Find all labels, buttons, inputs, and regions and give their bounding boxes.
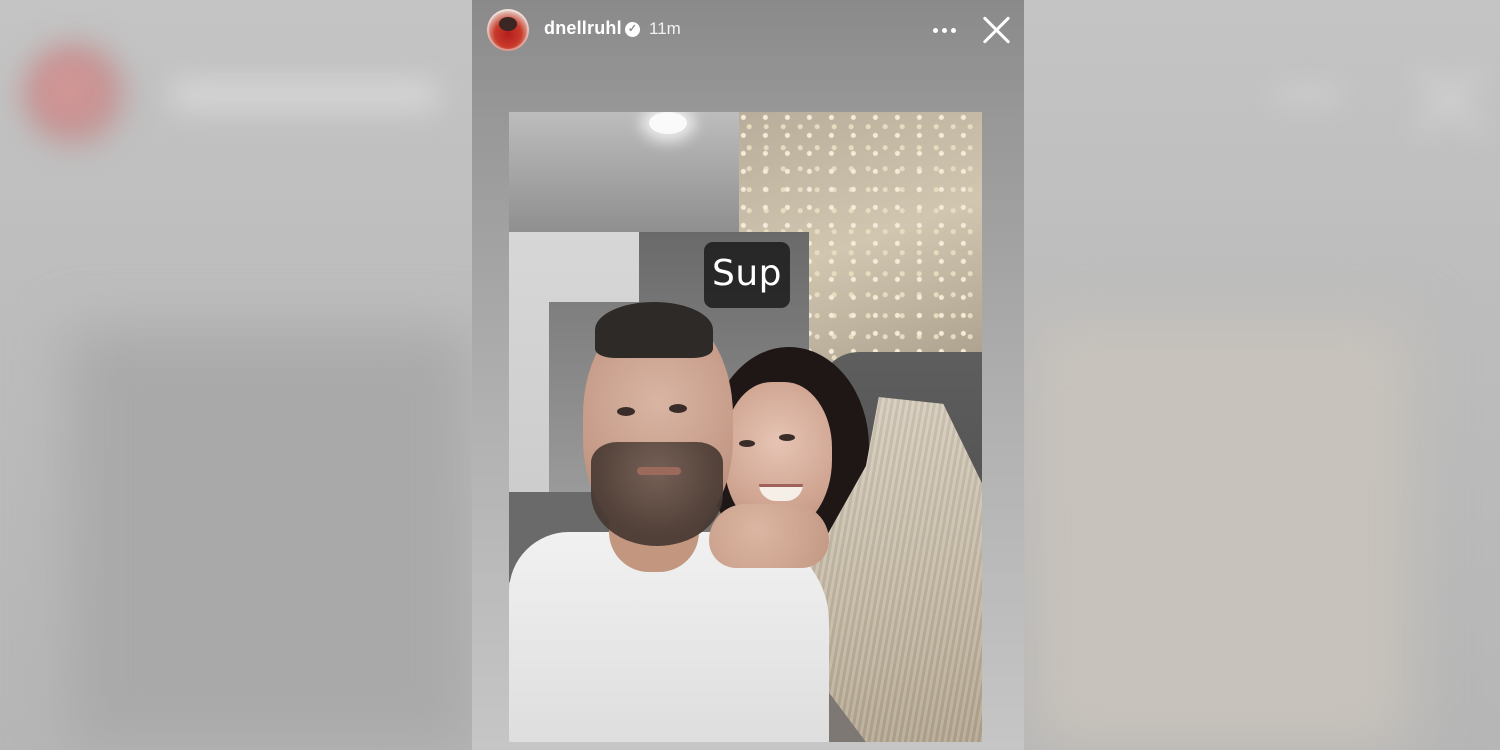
man-eye-left: [617, 407, 635, 416]
story-caption-sticker: Sup: [704, 242, 790, 308]
ceiling-light: [649, 112, 687, 134]
man-eye-right: [669, 404, 687, 413]
timestamp: 11m: [649, 19, 681, 38]
story-viewer[interactable]: dnellruhl ✓ 11m Sup: [472, 0, 1024, 750]
story-header: dnellruhl ✓ 11m: [472, 0, 1024, 60]
close-icon[interactable]: [981, 14, 1013, 46]
username[interactable]: dnellruhl: [544, 18, 622, 39]
verified-badge-icon: ✓: [625, 22, 640, 37]
man-mouth: [637, 467, 681, 475]
avatar[interactable]: [487, 9, 529, 51]
blurred-username: [170, 78, 440, 112]
blurred-close-icon: [1408, 60, 1488, 140]
woman-eye-left: [739, 440, 755, 447]
story-photo[interactable]: Sup: [509, 112, 982, 742]
blurred-photo-left: [70, 330, 472, 750]
more-options-icon[interactable]: [930, 18, 960, 42]
man-beard: [591, 442, 723, 546]
woman-hand: [709, 504, 829, 568]
man-hair: [595, 302, 713, 358]
blurred-avatar: [22, 42, 128, 148]
woman-eye-right: [779, 434, 795, 441]
blurred-photo-right: [1030, 320, 1410, 750]
blurred-more-icon: [1272, 88, 1342, 102]
